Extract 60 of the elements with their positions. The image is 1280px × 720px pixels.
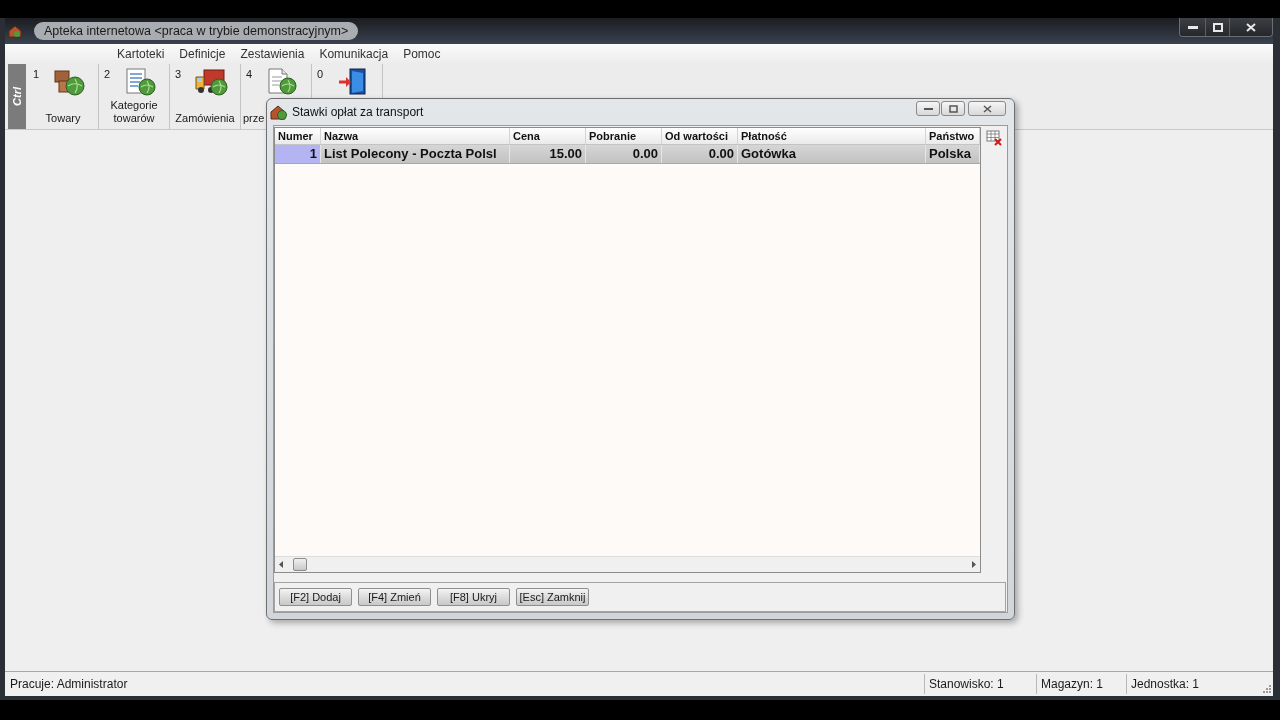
table-cell: 15.00 <box>510 145 586 163</box>
dialog-maximize-button[interactable] <box>941 101 965 116</box>
toolbar-button[interactable]: 1 Towary <box>28 64 98 129</box>
dialog-button[interactable]: [Esc] Zamknij <box>516 588 589 606</box>
menu-item[interactable]: Kartoteki <box>116 45 166 63</box>
dialog-app-icon <box>270 104 288 120</box>
toolbar-button[interactable]: 0 <box>312 64 382 95</box>
restore-icon <box>948 104 958 113</box>
user-status: Pracuje: Administrator <box>9 676 128 693</box>
column-header[interactable]: Cena <box>510 128 586 144</box>
horizontal-scrollbar[interactable] <box>275 556 980 572</box>
table-cell: Gotówka <box>738 145 926 163</box>
close-icon <box>982 104 992 113</box>
scrollbar-thumb[interactable] <box>293 558 307 571</box>
column-header[interactable]: Pobranie <box>586 128 662 144</box>
door-arrow-icon <box>336 68 369 95</box>
table-cell: 0.00 <box>662 145 738 163</box>
dialog-button[interactable]: [F4] Zmień <box>358 588 431 606</box>
menu-item[interactable]: Komunikacja <box>318 45 390 63</box>
dialog-minimize-button[interactable] <box>916 101 940 116</box>
toolbar-button[interactable]: 3 Zamówienia <box>170 64 240 129</box>
maximize-button[interactable] <box>1206 18 1230 36</box>
boxes-globe-icon <box>52 68 85 96</box>
close-icon <box>1246 22 1256 32</box>
menu-item[interactable]: Zestawienia <box>239 45 306 63</box>
dialog-close-button[interactable] <box>968 101 1006 116</box>
table-cell: 1 <box>275 145 321 163</box>
table-row[interactable]: 1 List Polecony - Poczta Polsl 15.00 0.00 0.00 Gotówka Polska <box>275 145 980 164</box>
column-header[interactable]: Numer <box>275 128 321 144</box>
window-title: Apteka internetowa <praca w trybie demonstracyjnym> <box>34 22 359 40</box>
document-list-globe-icon <box>123 68 156 96</box>
table-remove-icon <box>986 130 1002 146</box>
maximize-icon <box>1212 22 1223 32</box>
column-header[interactable]: Państwo <box>926 128 980 144</box>
minimize-icon <box>1187 25 1198 29</box>
column-header[interactable]: Od wartości <box>662 128 738 144</box>
column-header[interactable]: Płatność <box>738 128 926 144</box>
table-cell: Polska <box>926 145 980 163</box>
toolbar-button[interactable]: 2 Kategorie towarów <box>99 64 169 129</box>
status-panel: Stanowisko: 1 <box>924 674 1036 694</box>
ctrl-label: Ctrl <box>9 87 24 106</box>
close-button[interactable] <box>1230 18 1272 36</box>
dialog-button[interactable]: [F2] Dodaj <box>279 588 352 606</box>
table-cell: 0.00 <box>586 145 662 163</box>
dialog-button[interactable]: [F8] Ukryj <box>437 588 510 606</box>
status-panel: Magazyn: 1 <box>1036 674 1126 694</box>
resize-grip-icon <box>1262 684 1271 693</box>
app-icon <box>8 24 22 38</box>
minimize-icon <box>923 107 933 110</box>
scroll-left-icon <box>279 561 284 568</box>
column-header[interactable]: Nazwa <box>321 128 510 144</box>
status-panel: Jednostka: 1 <box>1126 674 1262 694</box>
table-cell: List Polecony - Poczta Polsl <box>321 145 510 163</box>
menu-item[interactable]: Pomoc <box>402 45 442 63</box>
document-globe-icon <box>265 68 298 95</box>
menu-item[interactable]: Definicje <box>178 45 227 63</box>
minimize-button[interactable] <box>1180 18 1206 36</box>
truck-globe-icon <box>193 68 228 96</box>
scroll-right-icon <box>971 561 976 568</box>
column-chooser-button[interactable] <box>985 129 1003 147</box>
